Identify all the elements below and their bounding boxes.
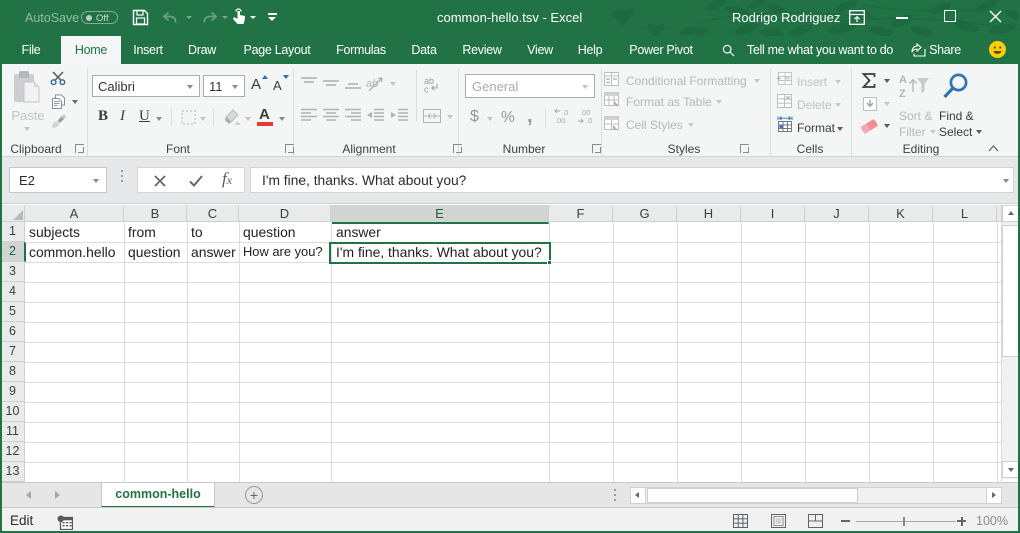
svg-text:Z: Z bbox=[899, 88, 906, 100]
svg-text:c: c bbox=[424, 85, 429, 94]
svg-text:.00: .00 bbox=[555, 116, 565, 125]
svg-text:A: A bbox=[899, 74, 907, 86]
svg-text:.0: .0 bbox=[586, 116, 592, 125]
